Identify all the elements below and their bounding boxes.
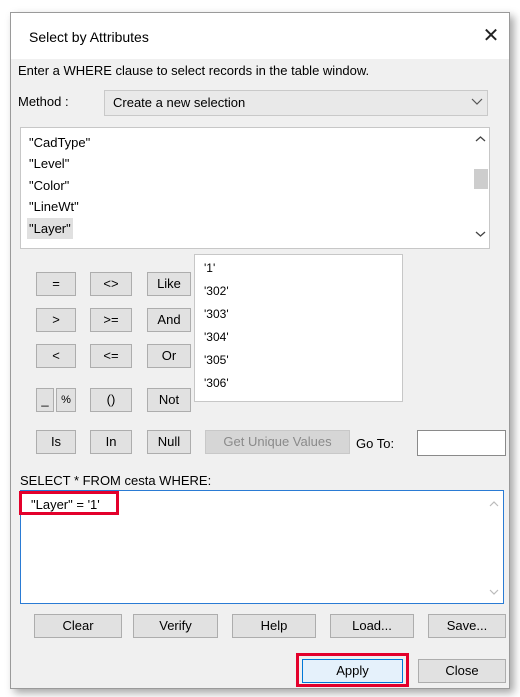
operator-or-button[interactable]: Or [147, 344, 191, 368]
close-icon[interactable]: ✕ [477, 23, 505, 49]
method-dropdown[interactable]: Create a new selection [104, 90, 488, 116]
operator-and-button[interactable]: And [147, 308, 191, 332]
save-button[interactable]: Save... [428, 614, 506, 638]
value-item[interactable]: '304' [204, 330, 229, 346]
operator-less-button[interactable]: < [36, 344, 76, 368]
field-item-cadtype[interactable]: "CadType" [27, 132, 92, 153]
operator-greater-equal-button[interactable]: >= [90, 308, 132, 332]
goto-label: Go To: [356, 436, 395, 451]
field-item-layer-selected[interactable]: "Layer" [27, 218, 73, 239]
operator-like-button[interactable]: Like [147, 272, 191, 296]
goto-input[interactable] [417, 430, 506, 456]
operator-percent-button[interactable]: % [56, 388, 76, 412]
verify-button[interactable]: Verify [133, 614, 218, 638]
chevron-up-icon[interactable] [489, 499, 499, 509]
field-list-scrollbar[interactable] [472, 128, 489, 248]
clear-button[interactable]: Clear [34, 614, 122, 638]
where-clause-highlight [19, 491, 119, 515]
chevron-down-icon[interactable] [489, 587, 499, 597]
unique-values-list[interactable]: '1' '302' '303' '304' '305' '306' [194, 254, 403, 402]
title-bar: Select by Attributes ✕ [11, 13, 509, 59]
operator-equals-button[interactable]: = [36, 272, 76, 296]
instruction-text: Enter a WHERE clause to select records i… [18, 63, 370, 78]
operator-is-button[interactable]: Is [36, 430, 76, 454]
help-button[interactable]: Help [232, 614, 316, 638]
field-list[interactable]: "CadType" "Level" "Color" "LineWt" "Laye… [20, 127, 490, 249]
close-button[interactable]: Close [418, 659, 506, 683]
chevron-up-icon[interactable] [475, 134, 486, 145]
chevron-down-icon [471, 98, 483, 105]
get-unique-values-button[interactable]: Get Unique Values [205, 430, 350, 454]
dialog-title: Select by Attributes [29, 29, 149, 45]
operator-in-button[interactable]: In [90, 430, 132, 454]
select-clause-label: SELECT * FROM cesta WHERE: [20, 473, 212, 488]
operator-null-button[interactable]: Null [147, 430, 191, 454]
operator-not-button[interactable]: Not [147, 388, 191, 412]
field-item-level[interactable]: "Level" [27, 153, 71, 174]
operator-parens-button[interactable]: () [90, 388, 132, 412]
operator-not-equal-button[interactable]: <> [90, 272, 132, 296]
operator-underscore-button[interactable]: _ [36, 388, 54, 412]
load-button[interactable]: Load... [330, 614, 414, 638]
method-value: Create a new selection [113, 95, 246, 110]
value-item[interactable]: '306' [204, 376, 229, 392]
field-item-linewt[interactable]: "LineWt" [27, 196, 81, 217]
scrollbar-thumb[interactable] [474, 169, 488, 189]
chevron-down-icon[interactable] [475, 228, 486, 239]
value-item[interactable]: '305' [204, 353, 229, 369]
operator-less-equal-button[interactable]: <= [90, 344, 132, 368]
value-item[interactable]: '1' [204, 261, 215, 277]
apply-highlight [296, 653, 409, 687]
value-item[interactable]: '303' [204, 307, 229, 323]
value-item[interactable]: '302' [204, 284, 229, 300]
operator-greater-button[interactable]: > [36, 308, 76, 332]
field-item-color[interactable]: "Color" [27, 175, 71, 196]
method-label: Method : [18, 94, 69, 109]
